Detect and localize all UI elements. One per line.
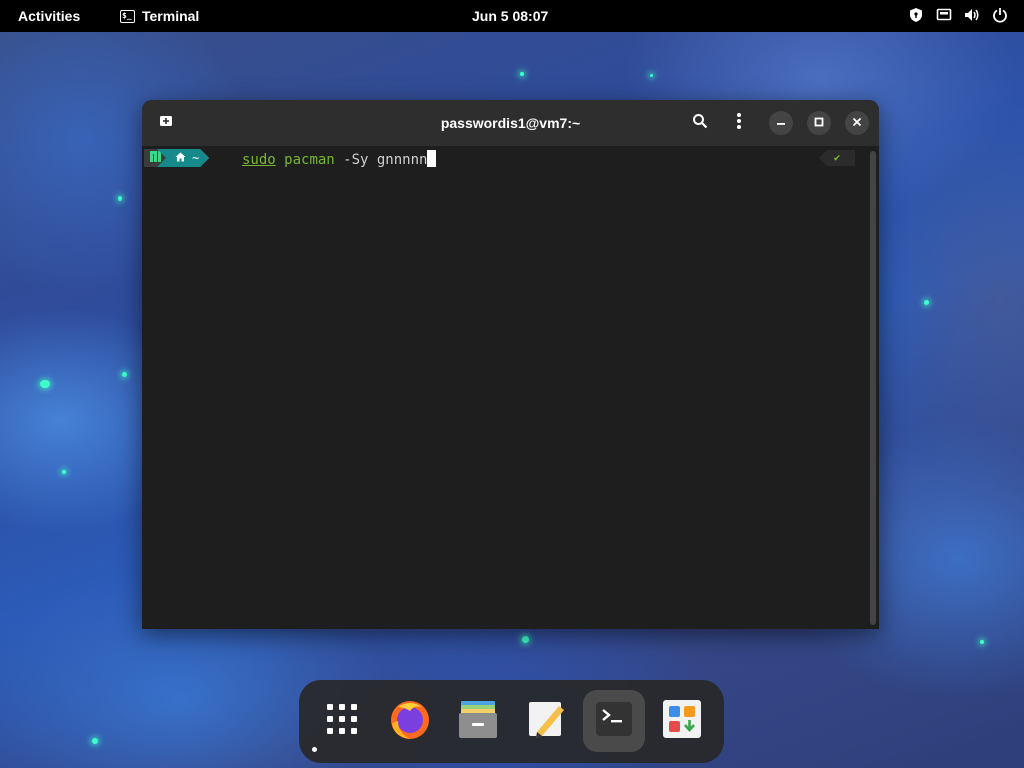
network-icon — [936, 7, 952, 23]
dock-software[interactable] — [651, 690, 713, 752]
prompt-dir-label: ~ — [192, 151, 200, 165]
close-icon — [852, 114, 862, 132]
home-icon — [175, 151, 186, 165]
minimize-button[interactable] — [769, 111, 793, 135]
volume-icon — [964, 7, 980, 23]
maximize-icon — [814, 114, 824, 132]
wallpaper-sparkle — [522, 636, 529, 643]
dock-firefox[interactable] — [379, 690, 441, 752]
menu-button[interactable] — [727, 111, 751, 135]
terminal-area[interactable]: ~ sudo pacman -Sy gnnnnn ✔ — [142, 146, 879, 629]
top-bar: Activities $_ Terminal Jun 5 08:07 — [0, 0, 1024, 32]
power-icon — [992, 7, 1008, 23]
dock — [299, 680, 724, 763]
dock-text-editor[interactable] — [515, 690, 577, 752]
app-name: Terminal — [142, 8, 200, 24]
files-icon — [457, 699, 499, 744]
wallpaper-sparkle — [92, 738, 98, 744]
manjaro-icon — [149, 150, 161, 166]
scrollbar[interactable] — [870, 151, 876, 625]
system-tray[interactable] — [908, 7, 1008, 23]
wallpaper-sparkle — [40, 380, 50, 388]
terminal-window[interactable]: passwordis1@vm7:~ ~ sudo pacman -Sy gnnn… — [142, 100, 879, 629]
text-cursor — [427, 150, 437, 167]
search-icon — [692, 113, 708, 134]
wallpaper-sparkle — [980, 640, 984, 644]
dock-terminal[interactable] — [583, 690, 645, 752]
command-line[interactable]: sudo pacman -Sy gnnnnn — [242, 150, 437, 168]
exit-status-badge: ✔ — [819, 150, 855, 166]
search-button[interactable] — [688, 111, 712, 135]
terminal-icon — [594, 699, 634, 744]
dock-files[interactable] — [447, 690, 509, 752]
software-icon — [661, 698, 703, 745]
firefox-icon — [388, 697, 432, 746]
command-args: -Sy gnnnnn — [334, 152, 428, 168]
privacy-shield-icon — [908, 7, 924, 23]
wallpaper-sparkle — [62, 470, 66, 474]
dock-app-grid[interactable] — [311, 690, 373, 752]
dock-running-indicator — [312, 747, 317, 752]
wallpaper-sparkle — [520, 72, 524, 76]
close-button[interactable] — [845, 111, 869, 135]
wallpaper-sparkle — [650, 74, 653, 77]
terminal-app-icon: $_ — [120, 9, 135, 23]
text-editor-icon — [525, 698, 567, 745]
app-grid-icon — [325, 702, 359, 741]
window-header[interactable]: passwordis1@vm7:~ — [142, 100, 879, 146]
clock[interactable]: Jun 5 08:07 — [472, 8, 548, 24]
app-menu[interactable]: $_ Terminal — [120, 8, 199, 24]
shell-prompt: ~ — [144, 149, 209, 167]
maximize-button[interactable] — [807, 111, 831, 135]
minimize-icon — [776, 114, 786, 132]
wallpaper-sparkle — [118, 196, 122, 201]
command-pacman: pacman — [284, 152, 335, 168]
wallpaper-sparkle — [924, 300, 929, 305]
menu-kebab-icon — [736, 112, 742, 135]
command-sudo: sudo — [242, 152, 276, 168]
activities-button[interactable]: Activities — [18, 8, 80, 24]
wallpaper-sparkle — [122, 372, 127, 377]
